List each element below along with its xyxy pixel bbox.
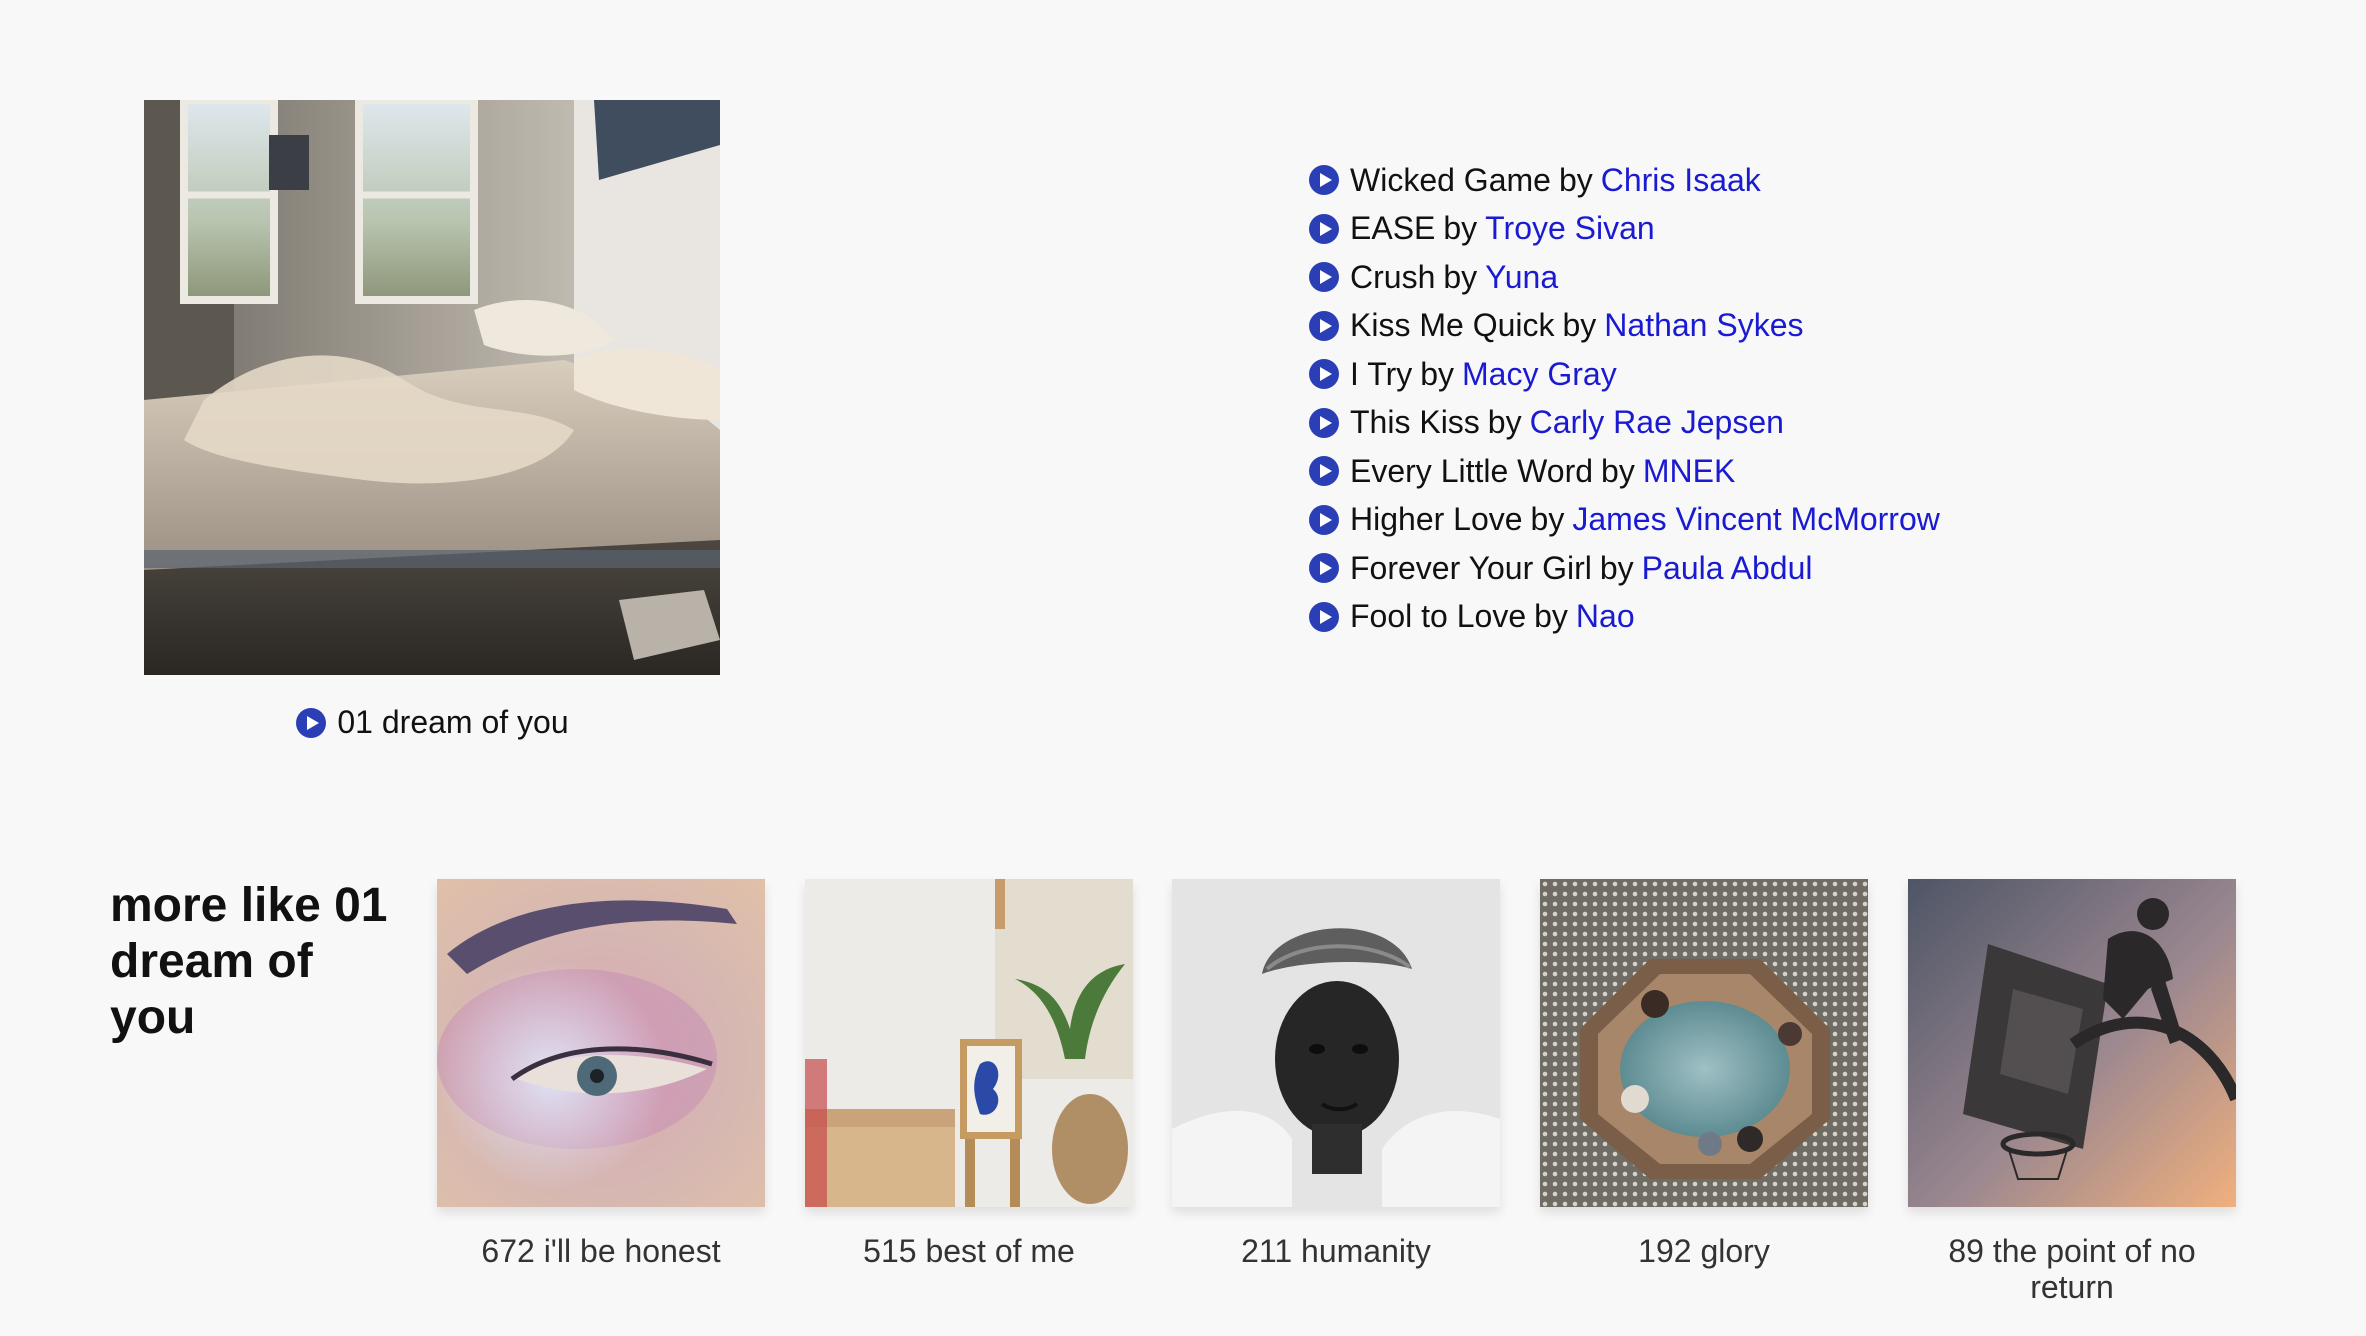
track-by: by [1487,404,1522,441]
track-item[interactable]: This Kiss by Carly Rae Jepsen [1308,399,1940,448]
track-song: This Kiss [1350,404,1480,441]
track-by: by [1558,161,1593,198]
artist-link[interactable]: Paula Abdul [1642,550,1813,587]
play-icon[interactable] [1308,455,1340,487]
track-item[interactable]: Kiss Me Quick by Nathan Sykes [1308,302,1940,351]
artist-link[interactable]: Troye Sivan [1485,210,1655,247]
recommended-playlist-title: 515 best of me [863,1233,1075,1269]
recommended-playlist-thumbnail[interactable] [1908,879,2236,1207]
playlist-cover-image[interactable] [144,100,720,675]
track-item[interactable]: Wicked Game by Chris Isaak [1308,156,1940,205]
track-item[interactable]: Higher Love by James Vincent McMorrow [1308,496,1940,545]
artist-link[interactable]: Chris Isaak [1601,162,1761,199]
play-icon[interactable] [1308,310,1340,342]
recommended-playlist[interactable]: 211 humanity [1172,879,1500,1269]
playlist-title[interactable]: 01 dream of you [144,704,720,741]
recommended-playlist-title: 672 i'll be honest [481,1233,721,1269]
track-item[interactable]: Forever Your Girl by Paula Abdul [1308,544,1940,593]
recommended-playlist[interactable]: 89 the point of no return [1908,879,2236,1305]
artist-link[interactable]: Carly Rae Jepsen [1530,404,1784,441]
playlist-title-text: 01 dream of you [337,704,569,740]
artist-link[interactable]: MNEK [1643,453,1735,490]
play-icon[interactable] [1308,213,1340,245]
track-item[interactable]: Crush by Yuna [1308,253,1940,302]
track-list: Wicked Game by Chris Isaak EASE by Troye Siv… [1308,156,1940,641]
recommended-playlist-title: 192 glory [1638,1233,1770,1269]
artist-link[interactable]: Nathan Sykes [1604,307,1803,344]
more-like-heading: more like 01 dream of you [110,879,388,1044]
play-icon[interactable] [1308,164,1340,196]
artist-link[interactable]: Macy Gray [1462,356,1617,393]
track-song: Kiss Me Quick [1350,307,1555,344]
track-by: by [1601,452,1635,489]
recommended-playlist-title: 89 the point of no return [1948,1233,2196,1305]
play-icon[interactable] [1308,407,1340,439]
recommended-playlist-thumbnail[interactable] [805,879,1133,1207]
track-song: Crush [1350,258,1436,295]
recommended-playlist-thumbnail[interactable] [1172,879,1500,1207]
play-icon[interactable] [295,707,327,739]
track-song: Fool to Love [1350,598,1527,635]
recommended-playlist-thumbnail[interactable] [1540,879,1868,1207]
track-by: by [1530,501,1565,538]
play-icon[interactable] [1308,261,1340,293]
play-icon[interactable] [1308,504,1340,536]
track-item[interactable]: EASE by Troye Sivan [1308,205,1940,254]
track-item[interactable]: Fool to Love by Nao [1308,593,1940,642]
playlist-page: 01 dream of you Wicked Game by Chris Isaak… [0,0,2366,1336]
artist-link[interactable]: James Vincent McMorrow [1572,501,1940,538]
track-song: Wicked Game [1350,161,1551,198]
track-by: by [1443,210,1478,247]
track-song: I Try [1350,355,1413,392]
artist-link[interactable]: Yuna [1485,259,1558,296]
track-song: Higher Love [1350,501,1523,538]
track-song: EASE [1350,210,1436,247]
track-by: by [1599,549,1634,586]
play-icon[interactable] [1308,358,1340,390]
artist-link[interactable]: Nao [1576,598,1635,635]
track-by: by [1420,355,1455,392]
recommended-playlist-thumbnail[interactable] [437,879,765,1207]
recommended-playlist[interactable]: 515 best of me [805,879,1133,1269]
recommended-playlist[interactable]: 192 glory [1540,879,1868,1269]
recommended-playlist-title: 211 humanity [1241,1233,1431,1269]
track-song: Every Little Word [1350,452,1594,489]
track-by: by [1443,258,1478,295]
track-song: Forever Your Girl [1350,549,1592,586]
track-by: by [1534,598,1568,635]
play-icon[interactable] [1308,552,1340,584]
track-item[interactable]: Every Little Word by MNEK [1308,447,1940,496]
play-icon[interactable] [1308,601,1340,633]
recommended-playlist[interactable]: 672 i'll be honest [437,879,765,1269]
track-by: by [1562,307,1597,344]
track-item[interactable]: I Try by Macy Gray [1308,350,1940,399]
